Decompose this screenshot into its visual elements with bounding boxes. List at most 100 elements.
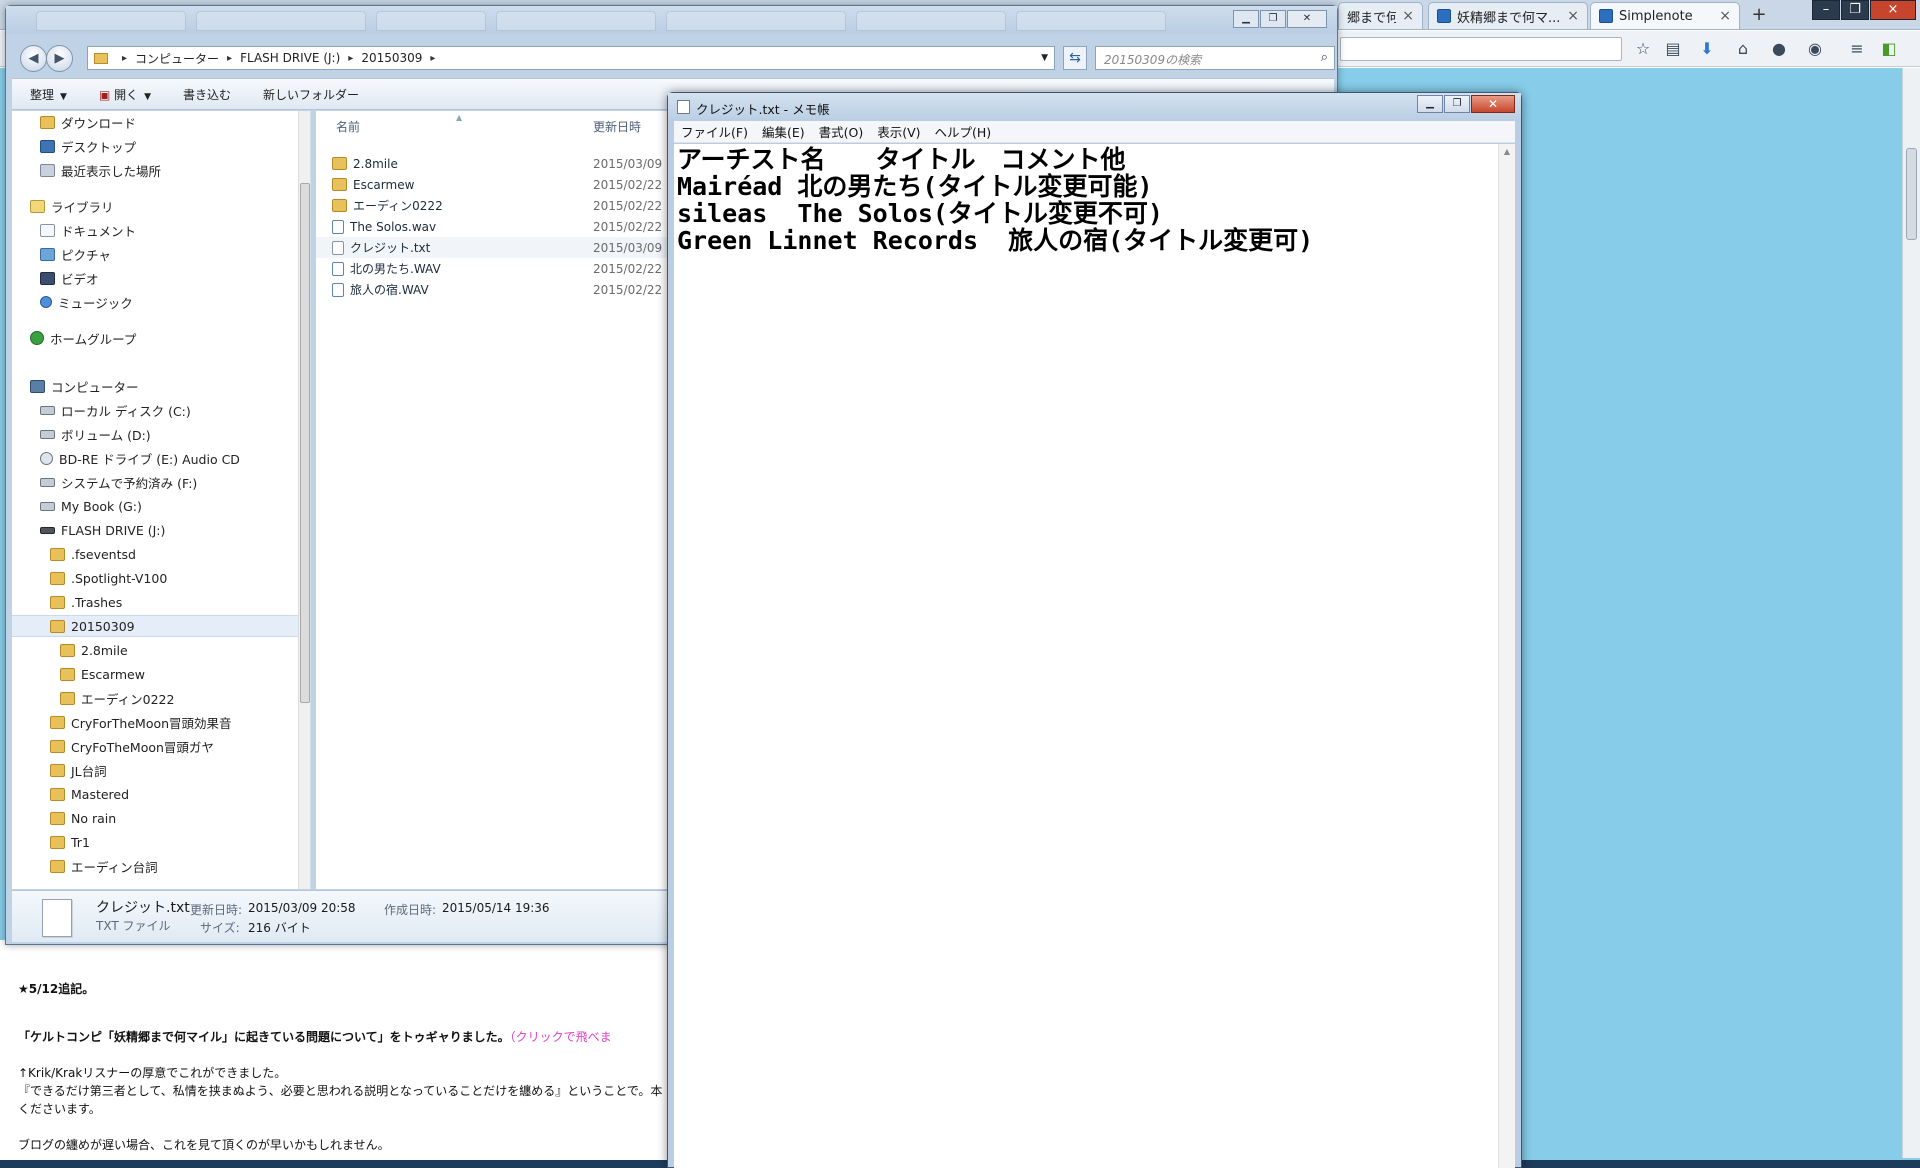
nav-item[interactable]: Escarmew — [60, 663, 145, 685]
menu-help[interactable]: ヘルプ(H) — [928, 122, 999, 141]
nav-item[interactable]: 最近表示した場所 — [40, 159, 161, 181]
chat-icon[interactable]: ● — [1768, 39, 1790, 59]
maximize-button[interactable]: ❐ — [1841, 0, 1869, 20]
notepad-text-area[interactable]: アーチスト名 タイトル コメント他 Mairéad 北の男たち(タイトル変更可能… — [674, 144, 1498, 1168]
chevron-right-icon[interactable]: ▸ — [430, 53, 435, 64]
chevron-down-icon[interactable]: ▼ — [1041, 53, 1048, 63]
nav-item[interactable]: CryFoTheMoon冒頭ガヤ — [50, 735, 214, 757]
home-icon[interactable]: ⌂ — [1732, 39, 1754, 59]
open-button[interactable]: ▣ 開く ▼ — [81, 86, 165, 103]
browser-tab-active[interactable]: Simplenote × — [1590, 2, 1740, 29]
maximize-button[interactable]: ❐ — [1444, 95, 1470, 113]
notepad-titlebar[interactable]: クレジット.txt - メモ帳 ▁ ❐ ✕ — [668, 93, 1521, 119]
nav-item[interactable]: システムで予約済み (F:) — [40, 471, 197, 493]
nav-item[interactable]: Mastered — [50, 783, 129, 805]
explorer-titlebar[interactable]: ▁ ❐ ✕ — [6, 6, 1337, 34]
refresh-button[interactable]: ⇆ — [1063, 46, 1087, 70]
browser-tab[interactable]: 郷まで何... × — [1338, 2, 1423, 29]
back-button[interactable]: ◀ — [20, 45, 47, 72]
close-button[interactable]: ✕ — [1287, 10, 1327, 28]
nav-item[interactable]: ダウンロード — [40, 111, 136, 133]
ghost-tab — [496, 11, 656, 31]
column-header-modified[interactable]: 更新日時 — [593, 118, 641, 135]
nav-item[interactable]: JL台詞 — [50, 759, 107, 781]
notepad-scrollbar[interactable]: ▲ — [1498, 144, 1515, 1168]
nav-item[interactable]: ローカル ディスク (C:) — [40, 399, 191, 421]
nav-item-label: ホームグループ — [50, 331, 137, 347]
file-row[interactable]: Escarmew 2015/02/22 — [316, 174, 676, 195]
nav-item[interactable]: No rain — [50, 807, 116, 829]
minimize-button[interactable]: – — [1812, 0, 1840, 20]
close-icon[interactable]: × — [1719, 8, 1731, 24]
blog-headline-link[interactable]: （クリックで飛べま — [510, 1030, 612, 1044]
menu-format[interactable]: 書式(O) — [812, 122, 871, 141]
nav-item[interactable]: ビデオ — [40, 267, 99, 289]
nav-item[interactable]: 20150309 — [12, 615, 298, 637]
close-icon[interactable]: × — [1567, 8, 1579, 24]
nav-item[interactable]: ドキュメント — [40, 219, 136, 241]
close-button[interactable]: × — [1870, 0, 1916, 20]
chevron-right-icon[interactable]: ▸ — [227, 53, 232, 64]
scrollbar-thumb[interactable] — [300, 183, 310, 703]
chevron-right-icon[interactable]: ▸ — [122, 53, 127, 64]
menu-icon[interactable]: ≡ — [1846, 39, 1868, 59]
burn-button[interactable]: 書き込む — [165, 86, 245, 103]
nav-item[interactable]: ミュージック — [40, 291, 133, 313]
close-button[interactable]: ✕ — [1471, 95, 1515, 113]
drive-icon — [40, 501, 55, 511]
nav-item[interactable]: ピクチャ — [40, 243, 111, 265]
nav-item[interactable]: エーディン0222 — [60, 687, 174, 709]
nav-item[interactable]: .Spotlight-V100 — [50, 567, 167, 589]
browser-tab[interactable]: 妖精郷まで何マ... × — [1428, 2, 1588, 29]
breadcrumb-flash-drive[interactable]: FLASH DRIVE (J:) — [240, 51, 340, 65]
nav-item[interactable]: ボリューム (D:) — [40, 423, 151, 445]
nav-item[interactable]: エーディン台詞 — [50, 855, 158, 877]
addon-icon[interactable]: ◧ — [1878, 39, 1900, 59]
nav-item[interactable]: ホームグループ — [30, 327, 136, 349]
minimize-button[interactable]: ▁ — [1233, 10, 1259, 28]
file-row[interactable]: クレジット.txt 2015/03/09 — [316, 237, 676, 258]
menu-view[interactable]: 表示(V) — [870, 122, 927, 141]
download-icon[interactable]: ⬇ — [1696, 39, 1718, 59]
nav-item[interactable]: BD-RE ドライブ (E:) Audio CD — [40, 447, 240, 469]
breadcrumb-folder[interactable]: 20150309 — [361, 51, 422, 65]
sync-icon[interactable]: ◉ — [1804, 39, 1826, 59]
menu-edit[interactable]: 編集(E) — [755, 122, 812, 141]
nav-item[interactable]: CryForTheMoon冒頭効果音 — [50, 711, 232, 733]
nav-item[interactable]: .Trashes — [50, 591, 122, 613]
browser-scrollbar[interactable] — [1902, 68, 1920, 1158]
nav-item[interactable]: デスクトップ — [40, 135, 136, 157]
address-bar[interactable]: ▸ コンピューター ▸ FLASH DRIVE (J:) ▸ 20150309 … — [87, 46, 1055, 70]
nav-item[interactable]: ライブラリ — [30, 195, 114, 217]
organize-button[interactable]: 整理 ▼ — [12, 86, 81, 103]
reading-list-icon[interactable]: ▤ — [1662, 39, 1684, 59]
file-row[interactable]: The Solos.wav 2015/02/22 — [316, 216, 676, 237]
browser-search-input[interactable] — [1340, 37, 1622, 61]
nav-scrollbar[interactable] — [298, 111, 310, 889]
menu-file[interactable]: ファイル(F) — [674, 122, 755, 141]
scrollbar-thumb[interactable] — [1906, 148, 1917, 240]
nav-item[interactable]: FLASH DRIVE (J:) — [40, 519, 165, 541]
scroll-up-icon[interactable]: ▲ — [1499, 144, 1515, 160]
new-folder-button[interactable]: 新しいフォルダー — [245, 86, 373, 103]
new-tab-button[interactable]: + — [1748, 4, 1770, 26]
maximize-button[interactable]: ❐ — [1260, 10, 1286, 28]
minimize-button[interactable]: ▁ — [1417, 95, 1443, 113]
close-icon[interactable]: × — [1402, 8, 1414, 24]
column-header-name[interactable]: 名前 — [336, 118, 360, 135]
nav-item[interactable]: 2.8mile — [60, 639, 128, 661]
nav-item[interactable]: コンピューター — [30, 375, 139, 397]
breadcrumb-computer[interactable]: コンピューター — [135, 50, 219, 67]
file-row[interactable]: エーディン0222 2015/02/22 — [316, 195, 676, 216]
bookmark-star-icon[interactable]: ☆ — [1632, 39, 1654, 59]
chevron-right-icon[interactable]: ▸ — [348, 53, 353, 64]
search-input[interactable]: 20150309の検索 ⌕ — [1095, 46, 1335, 70]
nav-item[interactable]: My Book (G:) — [40, 495, 142, 517]
search-icon[interactable]: ⌕ — [1321, 50, 1328, 65]
nav-item[interactable]: .fseventsd — [50, 543, 136, 565]
file-row[interactable]: 旅人の宿.WAV 2015/02/22 — [316, 279, 676, 300]
forward-button[interactable]: ▶ — [46, 45, 73, 72]
nav-item[interactable]: Tr1 — [50, 831, 90, 853]
file-row[interactable]: 北の男たち.WAV 2015/02/22 — [316, 258, 676, 279]
file-row[interactable]: 2.8mile 2015/03/09 — [316, 153, 676, 174]
